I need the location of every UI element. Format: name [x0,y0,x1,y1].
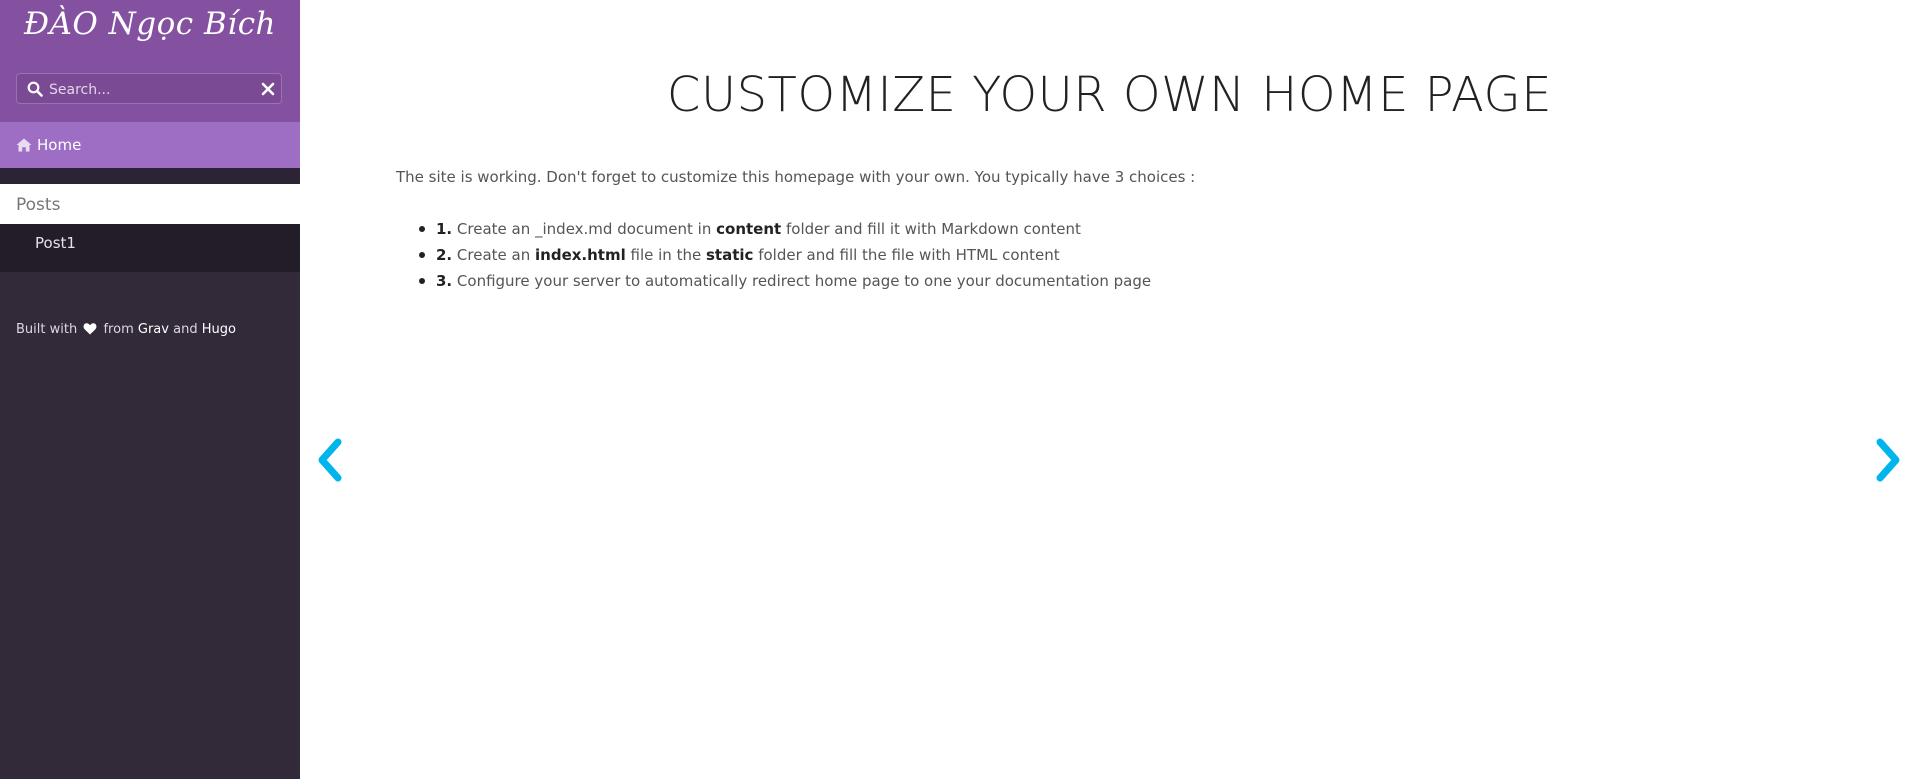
sidebar-footer: Built with from Grav and Hugo [16,321,236,339]
list-item: 2. Create an index.html file in the stat… [396,244,1151,270]
footer-text-from: from [103,322,134,337]
page-title: CUSTOMIZE YOUR OWN HOME PAGE [666,67,1553,123]
list-item: 1. Create an _index.md document in conte… [396,218,1151,244]
footer-text-built: Built with [16,322,78,337]
item-text: Configure your server to automatically r… [456,272,1152,290]
hugo-link[interactable]: Hugo [202,322,236,337]
grav-link[interactable]: Grav [138,322,169,337]
sidebar-section-title: Posts [16,195,61,215]
sidebar-section-posts[interactable]: Posts [0,184,300,224]
item-text: folder and fill it with Markdown content [785,220,1081,238]
search-input[interactable] [47,74,251,105]
item-bold: index.html [535,246,626,264]
home-icon [16,138,32,152]
choices-list: 1. Create an _index.md document in conte… [396,218,1151,296]
footer-text-and: and [173,322,198,337]
item-text: folder and fill the file with HTML conte… [758,246,1060,264]
sidebar-item-home[interactable]: Home [0,122,300,168]
item-text: file in the [630,246,702,264]
sidebar-header: ĐÀO Ngọc Bích [0,0,300,122]
item-number: 3. [436,272,453,290]
list-item: 3. Configure your server to automaticall… [396,270,1151,296]
item-bold: content [716,220,782,238]
bullet [419,252,425,258]
chevron-right-icon[interactable] [1872,436,1902,484]
item-text: Create an [456,246,531,264]
sidebar: ĐÀO Ngọc Bích Home Posts Post1 Built wit… [0,0,300,779]
chevron-left-icon[interactable] [316,436,346,484]
search-box [16,73,282,105]
close-icon[interactable] [261,82,275,96]
intro-text: The site is working. Don't forget to cus… [396,168,1196,186]
bullet [419,278,425,284]
sidebar-divider [0,168,300,184]
sidebar-submenu: Post1 [0,224,300,272]
bullet [419,226,425,232]
item-text: Create an _index.md document in [456,220,712,238]
sidebar-item-label: Home [37,136,82,154]
sidebar-item-post1[interactable]: Post1 [35,233,76,253]
search-icon [27,81,43,97]
item-number: 2. [436,246,453,264]
heart-icon [83,323,97,335]
item-number: 1. [436,220,453,238]
item-bold: static [705,246,754,264]
site-logo[interactable]: ĐÀO Ngọc Bích [0,2,300,46]
